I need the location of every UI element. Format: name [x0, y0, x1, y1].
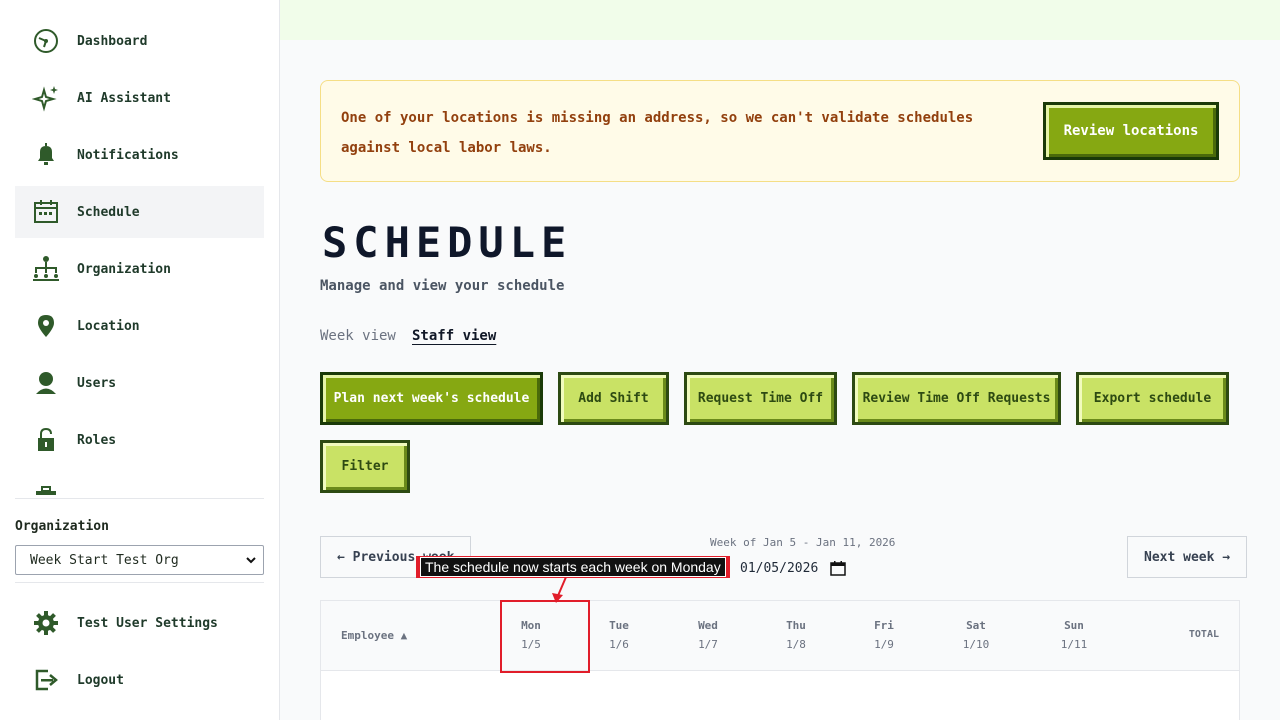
day-header-thu: Thu 1/8 — [766, 619, 826, 651]
settings-link[interactable]: Test User Settings — [15, 597, 264, 649]
page-title: SCHEDULE — [322, 218, 573, 267]
gauge-icon — [31, 26, 61, 56]
week-range-label: Week of Jan 5 - Jan 11, 2026 — [710, 536, 896, 549]
day-date: 1/10 — [962, 638, 990, 651]
missing-address-alert: One of your locations is missing an addr… — [320, 80, 1240, 182]
day-header-tue: Tue 1/6 — [589, 619, 649, 651]
settings-link-wrapper: Test User Settings — [15, 597, 264, 654]
sparkle-icon — [31, 83, 61, 113]
sidebar-divider — [15, 582, 264, 583]
sidebar-item-label: Location — [77, 318, 140, 334]
day-name: Tue — [609, 619, 629, 632]
day-date: 1/6 — [609, 638, 629, 651]
bell-icon — [31, 140, 61, 170]
employee-column-header[interactable]: Employee ▲ — [341, 629, 407, 642]
sidebar-item-organization[interactable]: Organization — [15, 243, 264, 295]
week-date-input[interactable]: 01/05/2026 — [740, 558, 847, 578]
logout-link-wrapper: Logout — [15, 654, 264, 711]
annotation-arrow-icon — [552, 576, 567, 603]
sidebar: Dashboard AI Assistant Notifications Sch… — [0, 0, 280, 720]
gear-icon — [31, 608, 61, 638]
day-name: Wed — [698, 619, 718, 632]
sidebar-item-label: AI Assistant — [77, 90, 171, 106]
tab-staff-view[interactable]: Staff view — [412, 328, 496, 344]
review-locations-button[interactable]: Review locations — [1043, 102, 1219, 160]
sidebar-item-label: Users — [77, 375, 117, 391]
page-subtitle: Manage and view your schedule — [320, 278, 565, 294]
sidebar-item-dashboard[interactable]: Dashboard — [15, 15, 264, 67]
sidebar-item-more[interactable] — [15, 471, 264, 495]
map-pin-icon — [31, 311, 61, 341]
day-date: 1/11 — [1060, 638, 1088, 651]
org-chart-icon — [31, 254, 61, 284]
day-name: Thu — [786, 619, 806, 632]
sidebar-item-notifications[interactable]: Notifications — [15, 129, 264, 181]
day-date: 1/9 — [874, 638, 894, 651]
sidebar-item-label: Organization — [77, 261, 171, 277]
schedule-grid: Employee ▲ Mon 1/5 Tue 1/6 Wed 1/7 Thu 1/8 F… — [320, 600, 1240, 720]
request-time-off-button[interactable]: Request Time Off — [684, 372, 837, 425]
day-date: 1/7 — [698, 638, 718, 651]
calendar-picker-icon[interactable] — [830, 560, 847, 576]
day-name: Fri — [874, 619, 894, 632]
sidebar-nav: Dashboard AI Assistant Notifications Sch… — [15, 15, 264, 495]
main-content: One of your locations is missing an addr… — [280, 0, 1280, 720]
total-column-header: TOTAL — [1188, 629, 1219, 640]
briefcase-icon — [31, 482, 61, 495]
sidebar-item-label: Notifications — [77, 147, 179, 163]
annotation-text: The schedule now starts each week on Mon… — [420, 557, 726, 577]
day-name: Sun — [1064, 619, 1084, 632]
day-header-sat: Sat 1/10 — [946, 619, 1006, 651]
sidebar-item-users[interactable]: Users — [15, 357, 264, 409]
organization-label: Organization — [15, 519, 109, 534]
tab-week-view[interactable]: Week view — [320, 328, 396, 344]
day-header-fri: Fri 1/9 — [854, 619, 914, 651]
date-value: 01/05/2026 — [740, 560, 819, 576]
chevron-down-icon — [246, 557, 256, 564]
sidebar-item-ai-assistant[interactable]: AI Assistant — [15, 72, 264, 124]
export-schedule-button[interactable]: Export schedule — [1076, 372, 1229, 425]
monday-highlight-box — [500, 600, 590, 673]
sidebar-item-location[interactable]: Location — [15, 300, 264, 352]
plan-next-week-button[interactable]: Plan next week's schedule — [320, 372, 543, 425]
add-shift-button[interactable]: Add Shift — [558, 372, 669, 425]
day-header-wed: Wed 1/7 — [678, 619, 738, 651]
logout-link[interactable]: Logout — [15, 654, 264, 706]
sidebar-item-label: Roles — [77, 432, 117, 448]
organization-select-value: Week Start Test Org — [30, 552, 179, 568]
day-name: Sat — [966, 619, 986, 632]
sidebar-item-schedule[interactable]: Schedule — [15, 186, 264, 238]
next-week-button[interactable]: Next week → — [1127, 536, 1248, 578]
alert-message: One of your locations is missing an addr… — [341, 110, 974, 156]
day-date: 1/8 — [786, 638, 806, 651]
sidebar-item-label: Schedule — [77, 204, 140, 220]
annotation-callout: The schedule now starts each week on Mon… — [416, 556, 730, 578]
sidebar-divider — [15, 498, 264, 499]
review-time-off-button[interactable]: Review Time Off Requests — [852, 372, 1061, 425]
grid-header: Employee ▲ Mon 1/5 Tue 1/6 Wed 1/7 Thu 1/8 F… — [321, 601, 1239, 671]
sidebar-item-label: Dashboard — [77, 33, 148, 49]
top-banner — [280, 0, 1280, 40]
logout-label: Logout — [77, 672, 124, 688]
day-header-sun: Sun 1/11 — [1044, 619, 1104, 651]
user-icon — [31, 368, 61, 398]
lock-icon — [31, 425, 61, 455]
sidebar-item-roles[interactable]: Roles — [15, 414, 264, 466]
calendar-icon — [31, 197, 61, 227]
organization-select[interactable]: Week Start Test Org — [15, 545, 264, 575]
logout-icon — [31, 665, 61, 695]
filter-button[interactable]: Filter — [320, 440, 410, 493]
settings-label: Test User Settings — [77, 615, 218, 631]
